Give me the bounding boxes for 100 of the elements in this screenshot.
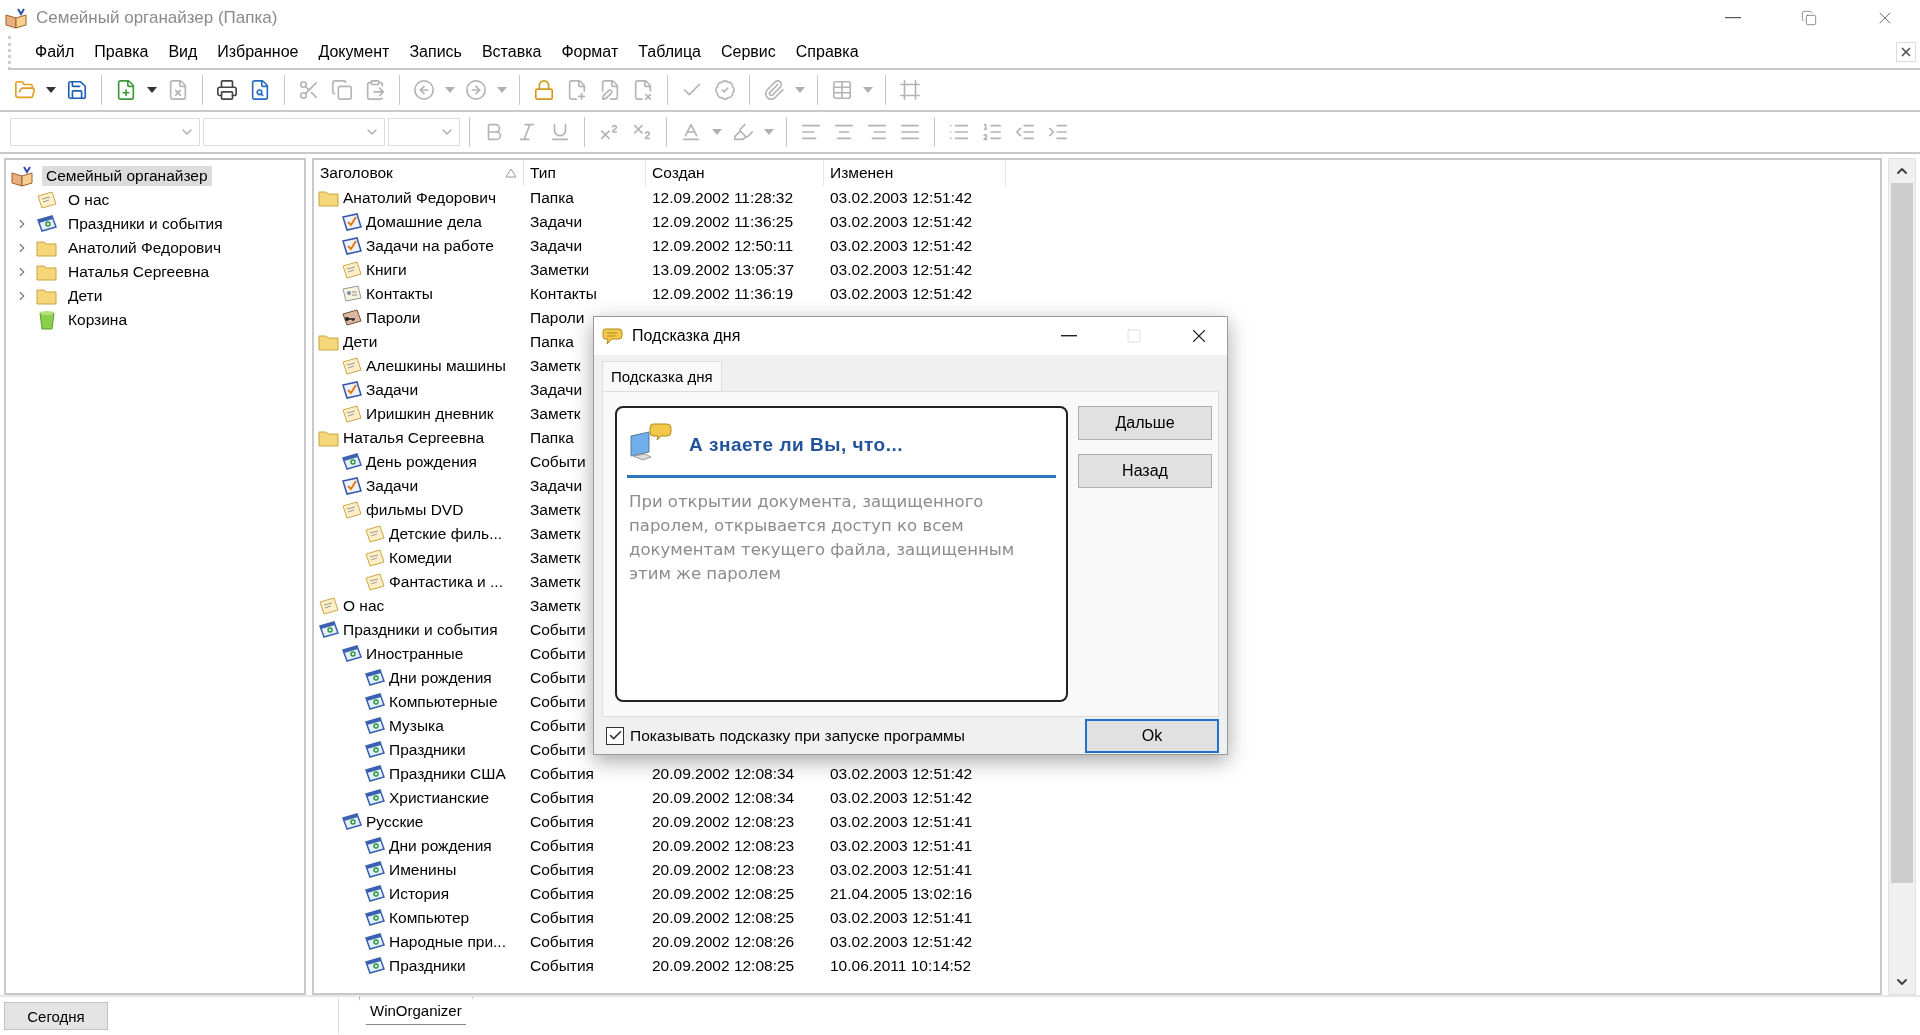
menu-item[interactable]: Справка [785,43,869,61]
type-cell: Заметк [530,525,581,542]
item-title[interactable]: Книги [366,261,407,279]
folder-icon [36,286,58,306]
caret-icon [712,129,722,135]
tree-item[interactable]: Праздники и события [64,214,227,234]
caret-icon [445,87,455,93]
item-title[interactable]: Пароли [366,309,421,327]
menu-item[interactable]: Сервис [710,43,786,61]
item-title[interactable]: Именины [389,861,457,879]
tab[interactable]: Подсказка дня [602,361,722,391]
type-cell: Событи [530,693,586,710]
today-button[interactable]: Сегодня [4,1002,108,1030]
task-icon [341,236,363,256]
item-title[interactable]: Праздники [389,741,466,759]
scrollbar-thumb[interactable] [1891,183,1913,883]
item-title[interactable]: Русские [366,813,424,831]
item-title[interactable]: Дни рождения [389,837,492,855]
type-cell: Папка [530,429,574,446]
note-icon [364,572,386,592]
item-title[interactable]: Компьютерные [389,693,498,711]
item-title[interactable]: Праздники [389,957,466,975]
item-title[interactable]: Народные при... [389,933,506,951]
menu-item[interactable]: Формат [551,43,629,61]
type-cell: Заметк [530,597,581,614]
date-cell: 21.04.2005 13:02:16 [830,885,973,902]
dialog-button[interactable]: Дальше [1078,406,1212,440]
font-color-icon [680,121,702,143]
item-title[interactable]: Задачи [366,381,419,399]
item-title[interactable]: Домашние дела [366,213,482,231]
tree-item[interactable]: Семейный органайзер [42,166,212,186]
type-cell: Заметк [530,549,581,566]
item-title[interactable]: О нас [343,597,385,615]
item-title[interactable]: Иностранные [366,645,464,663]
item-title[interactable]: Алешкины машины [366,357,506,375]
item-title[interactable]: фильмы DVD [366,501,464,519]
menu-item[interactable]: Документ [308,43,400,61]
ok-button[interactable]: Ok [1085,718,1219,753]
item-title[interactable]: Христианские [389,789,490,807]
item-title[interactable]: Фантастика и ... [389,573,503,591]
tree-item[interactable]: Дети [64,286,107,306]
menu-item[interactable]: Таблица [628,43,711,61]
menu-item[interactable]: Файл [25,43,85,61]
menu-item[interactable]: Запись [399,43,472,61]
item-title[interactable]: Дни рождения [389,669,492,687]
close-document-button[interactable] [1896,42,1916,62]
item-title[interactable]: Детские филь... [389,525,503,543]
item-title[interactable]: Контакты [366,285,433,303]
folder-icon [318,428,340,448]
column-header[interactable]: Заголовок [314,160,524,186]
date-cell: 03.02.2003 12:51:42 [830,765,973,782]
type-cell: События [530,885,594,902]
item-title[interactable]: Анатолий Федорович [343,189,496,207]
sheet-tab[interactable]: WinOrganizer [359,997,473,1025]
frame-icon [899,79,921,101]
checkbox[interactable] [606,726,624,745]
menu-item[interactable]: Правка [84,43,159,61]
date-cell: 10.06.2011 10:14:52 [830,957,972,974]
calendar-icon [364,716,386,736]
type-cell: Заметк [530,501,581,518]
type-cell: Событи [530,669,586,686]
tree-item[interactable]: Корзина [64,310,132,330]
date-cell: 03.02.2003 12:51:41 [830,813,973,830]
type-cell: События [530,933,594,950]
type-cell: Событи [530,645,586,662]
item-title[interactable]: Праздники и события [343,621,498,639]
tree-item[interactable]: Наталья Сергеевна [64,262,214,282]
date-cell: 20.09.2002 12:08:25 [652,885,795,902]
item-title[interactable]: Задачи [366,477,419,495]
item-title[interactable]: История [389,885,450,903]
item-title[interactable]: Дети [343,333,378,351]
menu-item[interactable]: Избранное [207,43,309,61]
column-header[interactable]: Тип [524,160,646,186]
menu-item[interactable]: Вид [158,43,208,61]
column-header[interactable]: Изменен [824,160,1006,186]
item-title[interactable]: Иришкин дневник [366,405,494,423]
type-cell: Папка [530,189,574,206]
tree-item[interactable]: Анатолий Федорович [64,238,225,258]
type-cell: События [530,957,594,974]
item-title[interactable]: Компьютер [389,909,470,927]
type-cell: Задачи [530,213,583,230]
item-title[interactable]: Наталья Сергеевна [343,429,485,447]
item-title[interactable]: День рождения [366,453,477,471]
item-title[interactable]: Праздники США [389,765,506,783]
menu-item[interactable]: Вставка [471,43,552,61]
item-title[interactable]: Комедии [389,549,452,567]
calendar-icon [364,932,386,952]
tree-item[interactable]: О нас [64,190,114,210]
type-cell: Папка [530,333,574,350]
type-cell: События [530,909,594,926]
item-title[interactable]: Задачи на работе [366,237,494,255]
note-icon [341,404,363,424]
type-cell: Задачи [530,381,583,398]
column-header[interactable]: Создан [646,160,824,186]
scrollbar[interactable] [1888,158,1916,995]
date-cell: 12.09.2002 11:28:32 [652,189,794,206]
dialog-button[interactable]: Назад [1078,454,1212,488]
type-cell: Заметки [530,261,590,278]
caret-icon [863,87,873,93]
item-title[interactable]: Музыка [389,717,444,735]
